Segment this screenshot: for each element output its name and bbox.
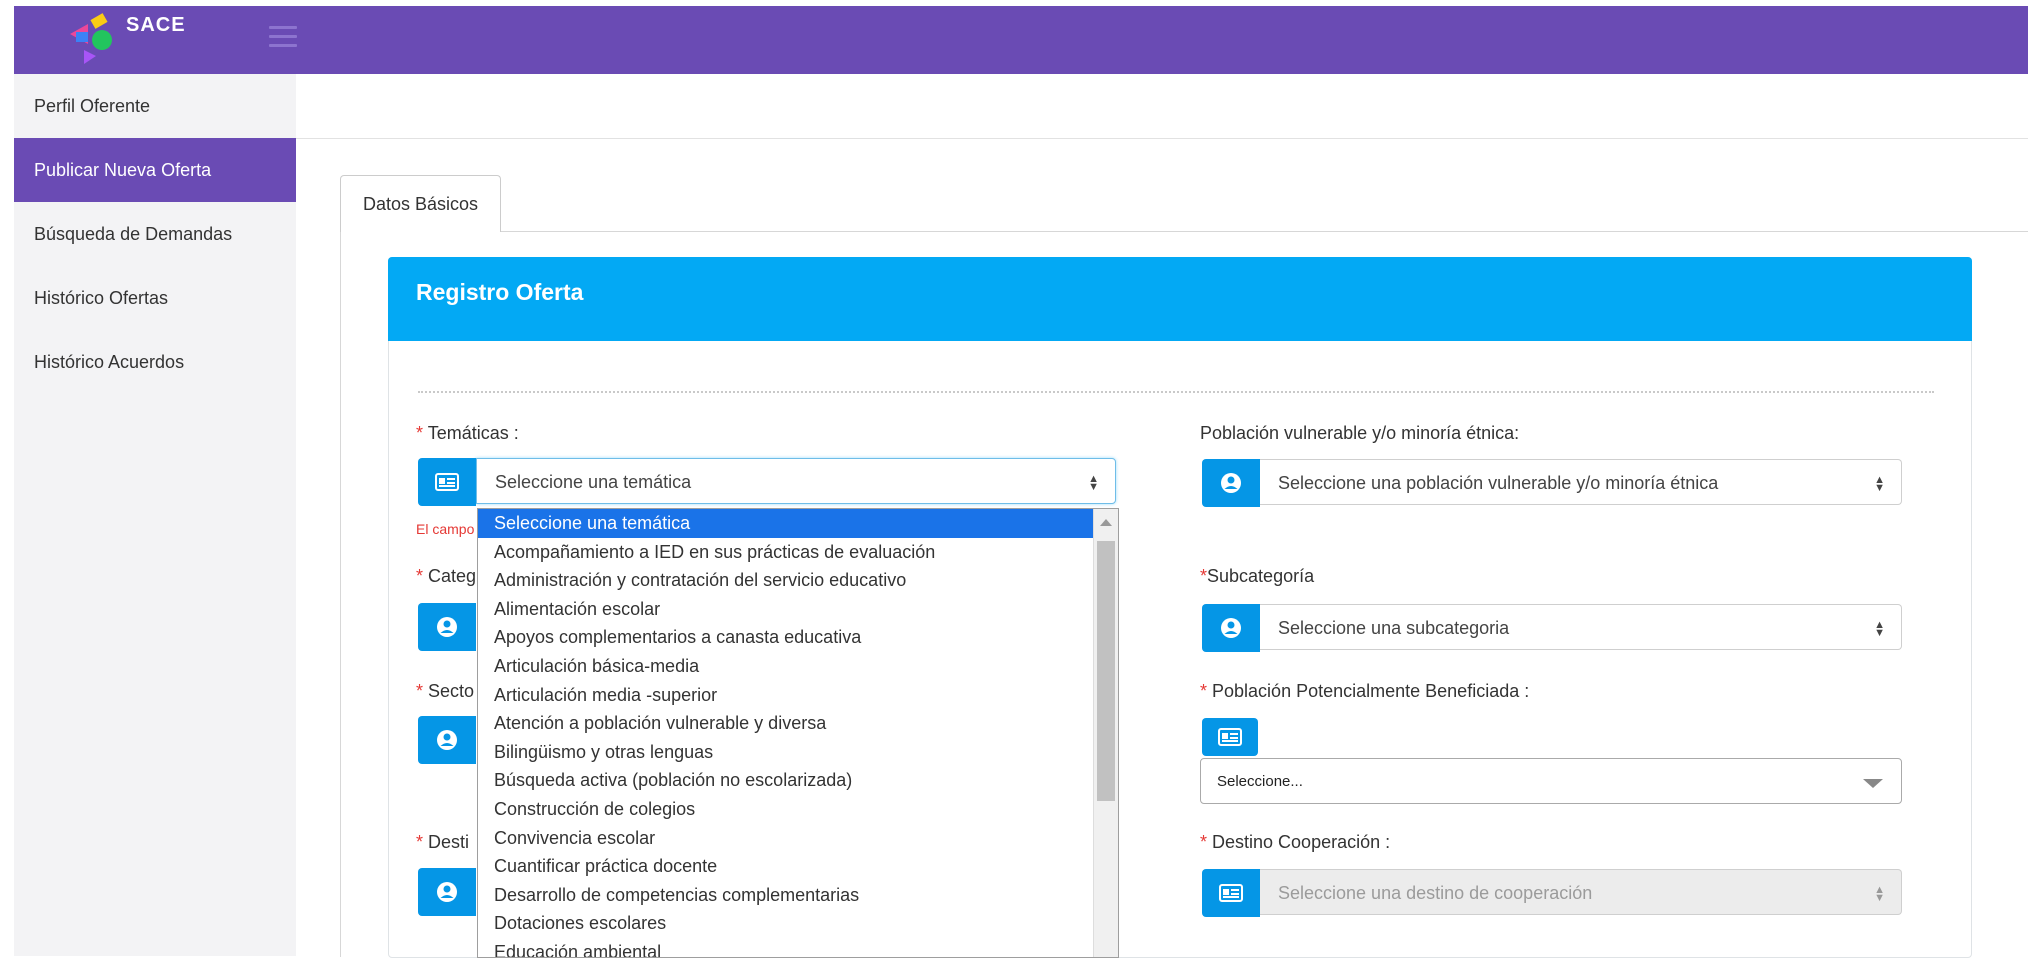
user-circle-icon[interactable] <box>1202 459 1260 507</box>
sidebar-item-busqueda-demandas[interactable]: Búsqueda de Demandas <box>14 202 296 266</box>
dropdown-option[interactable]: Educación ambiental <box>478 938 1118 957</box>
poblacion-beneficiada-label: * Población Potencialmente Beneficiada : <box>1200 681 1530 701</box>
select-arrows-icon: ▲ ▼ <box>1088 473 1099 493</box>
sector-label: * Secto <box>416 681 475 701</box>
destino-label: * Desti <box>416 832 470 852</box>
divider <box>418 391 1934 393</box>
dropdown-option[interactable]: Convivencia escolar <box>478 824 1118 853</box>
dropdown-option[interactable]: Administración y contratación del servic… <box>478 566 1118 595</box>
sidebar-item-publicar-nueva-oferta[interactable]: Publicar Nueva Oferta <box>14 138 296 202</box>
tematicas-label: * Temáticas : <box>416 423 519 443</box>
user-circle-icon[interactable] <box>418 603 476 651</box>
dropdown-option[interactable]: Dotaciones escolares <box>478 909 1118 938</box>
user-circle-icon[interactable] <box>418 716 476 764</box>
top-bar: SACE <box>14 6 2028 74</box>
dropdown-option[interactable]: Búsqueda activa (población no escolariza… <box>478 766 1118 795</box>
scrollbar-thumb[interactable] <box>1097 541 1115 801</box>
tematicas-error: El campo <box>416 521 475 537</box>
dropdown-option[interactable]: Construcción de colegios <box>478 795 1118 824</box>
dropdown-option[interactable]: Alimentación escolar <box>478 595 1118 624</box>
subcategoria-label: *Subcategoría <box>1200 566 1315 586</box>
dropdown-scrollbar[interactable] <box>1093 509 1118 957</box>
scroll-up-arrow-icon[interactable] <box>1100 519 1112 526</box>
dropdown-option[interactable]: Atención a población vulnerable y divers… <box>478 709 1118 738</box>
select-arrows-icon: ▲ ▼ <box>1874 474 1885 494</box>
select-arrows-icon: ▲ ▼ <box>1874 619 1885 639</box>
dropdown-option[interactable]: Acompañamiento a IED en sus prácticas de… <box>478 538 1118 567</box>
id-card-icon[interactable] <box>1202 718 1258 756</box>
destino-cooperacion-select: Seleccione una destino de cooperación ▲ ▼ <box>1260 869 1902 915</box>
tematicas-select[interactable]: Seleccione una temática ▲ ▼ <box>476 458 1116 504</box>
dropdown-option[interactable]: Articulación básica-media <box>478 652 1118 681</box>
poblacion-vulnerable-select[interactable]: Seleccione una población vulnerable y/o … <box>1260 459 1902 505</box>
id-card-icon[interactable] <box>1202 869 1260 917</box>
dropdown-option[interactable]: Cuantificar práctica docente <box>478 852 1118 881</box>
caret-down-icon <box>1863 779 1883 788</box>
select-arrows-icon: ▲ ▼ <box>1874 884 1885 904</box>
sidebar-item-historico-ofertas[interactable]: Histórico Ofertas <box>14 266 296 330</box>
sidebar: Perfil Oferente Publicar Nueva Oferta Bú… <box>14 74 296 956</box>
sace-logo-icon <box>70 13 112 64</box>
dropdown-option[interactable]: Bilingüismo y otras lenguas <box>478 738 1118 767</box>
categoria-label: * Categ <box>416 566 477 586</box>
destino-cooperacion-label: * Destino Cooperación : <box>1200 832 1391 852</box>
id-card-icon[interactable] <box>418 458 476 506</box>
tab-datos-basicos[interactable]: Datos Básicos <box>340 175 502 232</box>
sidebar-item-perfil-oferente[interactable]: Perfil Oferente <box>14 74 296 138</box>
card-header: Registro Oferta <box>388 257 1972 341</box>
dropdown-option[interactable]: Desarrollo de competencias complementari… <box>478 881 1118 910</box>
tematicas-dropdown-list[interactable]: Seleccione una temática Acompañamiento a… <box>477 508 1119 958</box>
hamburger-menu-icon[interactable] <box>269 26 297 50</box>
content-top-area <box>296 74 2028 139</box>
dropdown-option[interactable]: Articulación media -superior <box>478 681 1118 710</box>
subcategoria-select[interactable]: Seleccione una subcategoria ▲ ▼ <box>1260 604 1902 650</box>
poblacion-vulnerable-label: Población vulnerable y/o minoría étnica: <box>1200 423 1520 443</box>
tab-bar: Datos Básicos <box>340 175 502 232</box>
dropdown-option[interactable]: Seleccione una temática <box>478 509 1118 538</box>
user-circle-icon[interactable] <box>1202 604 1260 652</box>
user-circle-icon[interactable] <box>418 868 476 916</box>
poblacion-beneficiada-select[interactable]: Seleccione... <box>1200 758 1902 804</box>
dropdown-option[interactable]: Apoyos complementarios a canasta educati… <box>478 623 1118 652</box>
card-title: Registro Oferta <box>416 279 584 305</box>
sidebar-item-historico-acuerdos[interactable]: Histórico Acuerdos <box>14 330 296 394</box>
app-name: SACE <box>126 14 186 36</box>
